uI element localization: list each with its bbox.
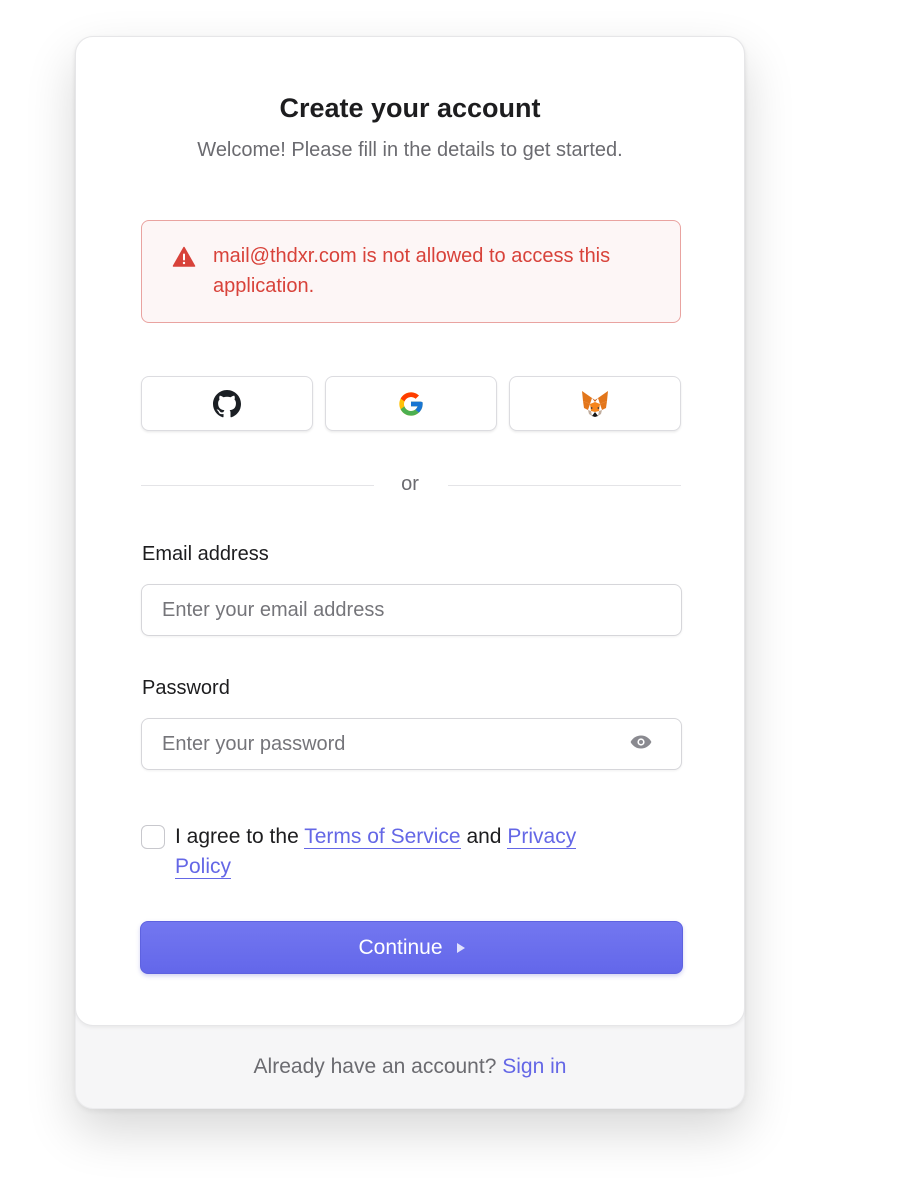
error-alert: mail@thdxr.com is not allowed to access … [141, 220, 681, 323]
signup-card-body: Create your account Welcome! Please fill… [75, 36, 745, 1026]
error-alert-message: mail@thdxr.com is not allowed to access … [213, 245, 611, 297]
signin-prompt: Already have an account? [253, 1055, 497, 1078]
continue-button[interactable]: Continue [140, 921, 683, 974]
signin-footer: Already have an account? Sign in [76, 1055, 744, 1079]
github-sign-in-button[interactable] [141, 376, 313, 431]
google-sign-in-button[interactable] [325, 376, 497, 431]
terms-prefix: I agree to the [175, 825, 299, 848]
password-label: Password [142, 677, 230, 699]
signup-card: Create your account Welcome! Please fill… [75, 36, 745, 1109]
metamask-sign-in-button[interactable] [509, 376, 681, 431]
email-label: Email address [142, 543, 269, 565]
page-title: Create your account [279, 93, 541, 123]
google-icon [399, 391, 423, 416]
warning-triangle-icon [172, 246, 196, 267]
password-input[interactable] [141, 718, 682, 770]
eye-icon[interactable] [630, 735, 652, 749]
continue-label: Continue [358, 935, 443, 959]
terms-checkbox[interactable] [141, 825, 165, 849]
play-arrow-icon [456, 943, 465, 953]
terms-of-service-link[interactable]: Terms of Service [304, 825, 461, 849]
page-subtitle: Welcome! Please fill in the details to g… [197, 139, 623, 161]
metamask-fox-icon [582, 390, 608, 417]
terms-conjunction: and [466, 825, 502, 848]
terms-agreement: I agree to the Terms of Service and Priv… [175, 822, 595, 882]
email-input[interactable] [141, 584, 682, 636]
sign-in-link[interactable]: Sign in [502, 1055, 566, 1078]
github-icon [213, 389, 241, 417]
divider-right [448, 485, 681, 486]
